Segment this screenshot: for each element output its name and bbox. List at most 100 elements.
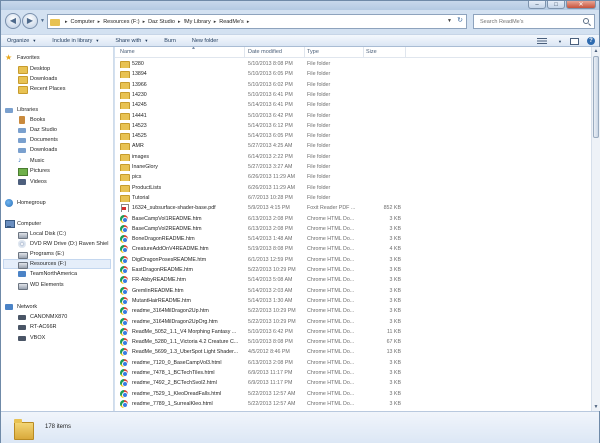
table-row[interactable]: readme_7789_1_SurrealKleo.html 5/22/2013 … [115, 399, 591, 409]
search-icon[interactable] [583, 18, 589, 24]
vertical-scrollbar[interactable]: ▲ ▼ [591, 47, 600, 411]
table-row[interactable]: readme_7478_1_BCTechTiles.html 6/9/2013 1… [115, 368, 591, 378]
back-button[interactable]: ◀ [5, 13, 21, 29]
sidebar-favorites[interactable]: ★ Favorites [5, 53, 40, 63]
sidebar-item-teamnorthamerica[interactable]: TeamNorthAmerica [18, 269, 77, 279]
file-name-cell[interactable]: ReadMe_5052_1.1_V4 Morphing Fantasy ... [120, 327, 245, 336]
table-row[interactable]: 13894 5/10/2013 6:05 PM File folder [115, 69, 591, 79]
sidebar-network[interactable]: Network [5, 302, 37, 312]
minimize-button[interactable]: – [528, 1, 546, 9]
sidebar-item-pictures[interactable]: Pictures [18, 166, 50, 176]
column-header-date-modified[interactable]: Date modified [248, 49, 282, 55]
table-row[interactable]: MutantHairREADME.htm 5/14/2013 1:30 AM Chr… [115, 296, 591, 306]
table-row[interactable]: pics 6/26/2013 11:29 AM File folder [115, 172, 591, 182]
sidebar-item-canonmx870[interactable]: CANONMX870 [18, 312, 67, 322]
organize-menu[interactable]: Organize ▼ [7, 38, 36, 44]
table-row[interactable]: 13966 5/10/2013 6:02 PM File folder [115, 80, 591, 90]
scroll-down-icon[interactable]: ▼ [592, 403, 600, 411]
sidebar-item-recent-places[interactable]: Recent Places [18, 84, 65, 94]
sidebar-item-local-disk-c[interactable]: Local Disk (C:) [18, 229, 66, 239]
file-name-cell[interactable]: pics [120, 173, 245, 182]
breadcrumb-computer[interactable]: Computer [70, 19, 96, 25]
sidebar-item-music[interactable]: ♪ Music [18, 156, 44, 166]
table-row[interactable]: 14525 5/14/2013 6:05 PM File folder [115, 131, 591, 141]
file-name-cell[interactable]: 13894 [120, 70, 245, 79]
file-name-cell[interactable]: CreatureAddOnV4README.htm [120, 245, 245, 254]
table-row[interactable]: readme_7529_1_KleoDreadFalls.html 5/22/20… [115, 389, 591, 399]
search-input[interactable] [480, 18, 580, 25]
sidebar-item-videos[interactable]: Videos [18, 177, 47, 187]
refresh-icon[interactable]: ↻ [457, 16, 463, 24]
table-row[interactable]: Tutorial 6/7/2013 10:28 PM File folder [115, 193, 591, 203]
file-name-cell[interactable]: BaseCampVol1README.htm [120, 214, 245, 223]
file-name-cell[interactable]: 14245 [120, 101, 245, 110]
burn-button[interactable]: Burn [164, 38, 176, 44]
file-name-cell[interactable]: InaneGlory [120, 163, 245, 171]
file-name-cell[interactable]: readme_7529_1_KleoDreadFalls.html [120, 389, 245, 398]
breadcrumb-resources[interactable]: Resources (F:) [102, 19, 140, 25]
file-name-cell[interactable]: 5280 [120, 60, 245, 68]
column-divider[interactable] [405, 47, 406, 58]
table-row[interactable]: 14441 5/10/2013 6:42 PM File folder [115, 111, 591, 121]
sidebar-item-vbox[interactable]: VBOX [18, 333, 45, 343]
table-row[interactable]: 5280 5/10/2013 8:08 PM File folder [115, 59, 591, 69]
table-row[interactable]: BoneDragonREADME.htm 5/14/2013 1:48 AM Chr… [115, 234, 591, 244]
sidebar-item-daz-studio[interactable]: Daz Studio [18, 125, 57, 135]
table-row[interactable]: readme_7492_2_BCTechSvol2.html 6/9/2013 1… [115, 378, 591, 388]
sidebar-item-books[interactable]: Books [18, 115, 45, 125]
table-row[interactable]: readme_3164MilDragon2Up.htm 5/22/2013 10:… [115, 306, 591, 316]
table-row[interactable]: AMR 5/27/2013 4:25 AM File folder [115, 141, 591, 151]
sidebar-item-resources-f[interactable]: Resources (F:) [3, 259, 111, 269]
breadcrumb-readmes[interactable]: ReadMe's [218, 19, 245, 25]
sidebar-computer[interactable]: Computer [5, 219, 41, 229]
forward-button[interactable]: ▶ [22, 13, 38, 29]
table-row[interactable]: ReadMe_5052_1.1_V4 Morphing Fantasy ... 5… [115, 327, 591, 337]
file-name-cell[interactable]: 14523 [120, 122, 245, 130]
file-name-cell[interactable]: BaseCampVol2README.htm [120, 224, 245, 233]
sidebar-item-wd-elements[interactable]: WD Elements [18, 280, 64, 290]
recent-pages-dropdown-icon[interactable]: ▼ [40, 18, 45, 24]
maximize-button[interactable]: □ [547, 1, 565, 9]
scroll-up-icon[interactable]: ▲ [592, 47, 600, 55]
chevron-right-icon[interactable]: ▸ [245, 19, 252, 25]
file-name-cell[interactable]: DigiDragonPosesREADME.htm [120, 255, 245, 264]
file-name-cell[interactable]: ReadMe_5280_1.1_Victoria 4.2 Creature C.… [120, 338, 245, 347]
table-row[interactable]: 16324_subsurface-shader-base.pdf 5/9/2013… [115, 203, 591, 213]
table-row[interactable]: readme_7120_0_BaseCampVol3.html 6/13/2013… [115, 358, 591, 368]
table-row[interactable]: FR-AbbyREADME.htm 5/14/2013 5:08 AM Chrome… [115, 275, 591, 285]
file-name-cell[interactable]: 14525 [120, 132, 245, 141]
table-row[interactable]: ReadMe_5699_1.3_UberSpot Light Shader...… [115, 347, 591, 357]
preview-pane-icon[interactable] [570, 37, 579, 45]
column-header-name[interactable]: Name [120, 49, 135, 55]
file-name-cell[interactable]: readme_7789_1_SurrealKleo.html [120, 399, 245, 408]
table-row[interactable]: 14523 5/14/2013 6:12 PM File folder [115, 121, 591, 131]
table-row[interactable]: BaseCampVol1README.htm 6/13/2013 2:08 PM C… [115, 214, 591, 224]
table-row[interactable]: InaneGlory 5/27/2013 3:27 AM File folder [115, 162, 591, 172]
file-name-cell[interactable]: ReadMe_5699_1.3_UberSpot Light Shader... [120, 348, 245, 357]
sidebar-item-downloads[interactable]: Downloads [18, 74, 57, 84]
sidebar-item-desktop[interactable]: Desktop [18, 64, 50, 74]
column-divider[interactable] [304, 47, 305, 58]
file-name-cell[interactable]: readme_3164MilDragon2Up.htm [120, 307, 245, 316]
sidebar-homegroup[interactable]: Homegroup [5, 198, 46, 208]
file-name-cell[interactable]: 16324_subsurface-shader-base.pdf [120, 204, 245, 213]
column-header-size[interactable]: Size [366, 49, 377, 55]
sidebar-item-documents[interactable]: Documents [18, 135, 58, 145]
file-name-cell[interactable]: 14230 [120, 91, 245, 99]
file-name-cell[interactable]: readme_3164MilDragon2UpOrg.htm [120, 317, 245, 326]
table-row[interactable]: GremlinREADME.htm 5/14/2013 2:03 AM Chrome… [115, 286, 591, 296]
file-name-cell[interactable]: readme_7120_0_BaseCampVol3.html [120, 358, 245, 367]
sidebar-item-library-downloads[interactable]: Downloads [18, 145, 57, 155]
file-name-cell[interactable]: AMR [120, 142, 245, 151]
table-row[interactable]: ReadMe_5280_1.1_Victoria 4.2 Creature C.… [115, 337, 591, 347]
file-name-cell[interactable]: EastDragonREADME.htm [120, 266, 245, 274]
change-view-icon[interactable] [537, 37, 548, 45]
title-bar[interactable]: – □ ✕ [1, 1, 599, 10]
table-row[interactable]: ProductLists 6/26/2013 11:29 AM File folde… [115, 183, 591, 193]
file-name-cell[interactable]: BoneDragonREADME.htm [120, 235, 245, 244]
search-box[interactable] [473, 14, 595, 29]
help-icon[interactable]: ? [587, 37, 595, 45]
file-name-cell[interactable]: GremlinREADME.htm [120, 286, 245, 295]
file-name-cell[interactable]: readme_7492_2_BCTechSvol2.html [120, 379, 245, 388]
table-row[interactable]: CreatureAddOnV4README.htm 5/19/2013 8:08 … [115, 244, 591, 254]
